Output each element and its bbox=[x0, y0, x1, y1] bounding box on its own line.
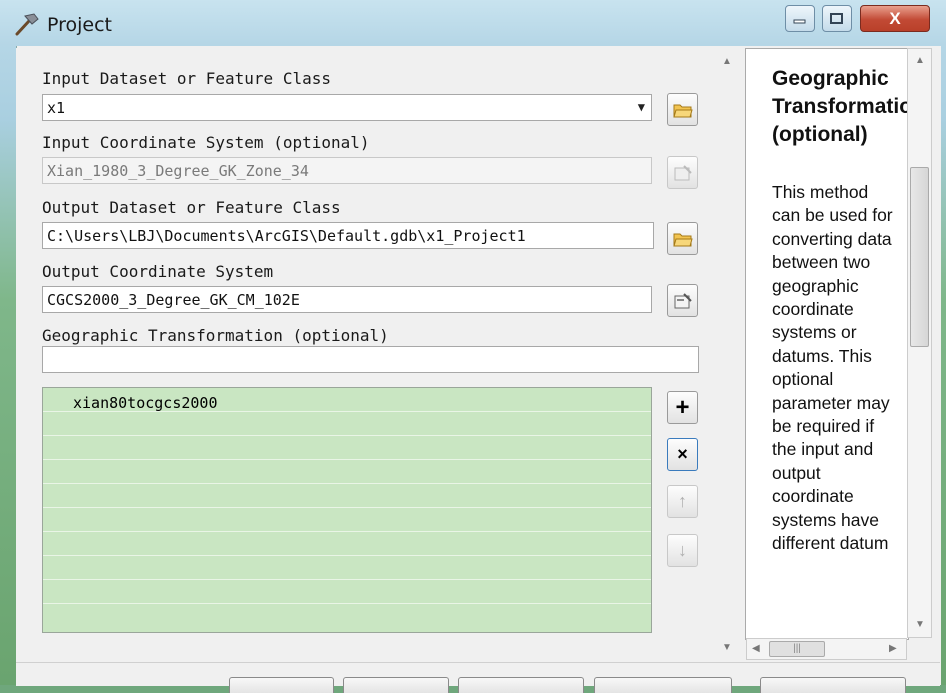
input-cs-label: Input Coordinate System (optional) bbox=[42, 133, 370, 152]
scroll-left-icon[interactable]: ◀ bbox=[752, 643, 760, 654]
folder-icon bbox=[672, 233, 693, 246]
ok-button[interactable] bbox=[229, 677, 334, 693]
title-bar[interactable]: Project X bbox=[0, 0, 946, 46]
close-icon: X bbox=[889, 8, 901, 28]
output-dataset-value: C:\Users\LBJ\Documents\ArcGIS\Default.gd… bbox=[47, 227, 526, 245]
tool-help-button[interactable] bbox=[760, 677, 906, 693]
scroll-down-icon[interactable]: ▼ bbox=[722, 642, 732, 653]
plus-icon: + bbox=[675, 393, 690, 421]
scroll-up-icon[interactable]: ▲ bbox=[915, 55, 925, 66]
properties-icon bbox=[674, 292, 692, 308]
geo-transform-list[interactable]: xian80tocgcs2000 bbox=[42, 387, 652, 633]
move-down-button: ↓ bbox=[667, 534, 698, 567]
form-scrollbar[interactable]: ▲ ▼ bbox=[718, 50, 738, 662]
arrow-down-icon: ↓ bbox=[678, 540, 687, 560]
geo-transform-label: Geographic Transformation (optional) bbox=[42, 326, 389, 345]
input-cs-properties-button bbox=[667, 156, 698, 189]
input-dataset-label: Input Dataset or Feature Class bbox=[42, 69, 331, 88]
output-cs-field[interactable]: CGCS2000_3_Degree_GK_CM_102E bbox=[42, 286, 652, 313]
project-dialog: Project X Input Dataset or Feature Class… bbox=[0, 0, 946, 693]
remove-button[interactable]: × bbox=[667, 438, 698, 471]
input-dataset-value: x1 bbox=[47, 99, 66, 117]
minimize-icon bbox=[793, 19, 806, 23]
output-cs-value: CGCS2000_3_Degree_GK_CM_102E bbox=[47, 291, 300, 309]
browse-output-button[interactable] bbox=[667, 222, 698, 255]
output-dataset-label: Output Dataset or Feature Class bbox=[42, 198, 341, 217]
output-dataset-input[interactable]: C:\Users\LBJ\Documents\ArcGIS\Default.gd… bbox=[42, 222, 654, 249]
hide-help-button[interactable] bbox=[594, 677, 732, 693]
scroll-down-icon[interactable]: ▼ bbox=[915, 619, 925, 630]
list-item[interactable]: xian80tocgcs2000 bbox=[73, 394, 218, 412]
input-cs-value: Xian_1980_3_Degree_GK_Zone_34 bbox=[47, 162, 309, 180]
move-up-button: ↑ bbox=[667, 485, 698, 518]
folder-icon bbox=[672, 104, 693, 117]
scroll-right-icon[interactable]: ▶ bbox=[889, 643, 897, 654]
output-cs-properties-button[interactable] bbox=[667, 284, 698, 317]
output-cs-label: Output Coordinate System bbox=[42, 262, 274, 281]
environments-button[interactable] bbox=[458, 677, 584, 693]
browse-input-button[interactable] bbox=[667, 93, 698, 126]
cancel-button[interactable] bbox=[343, 677, 449, 693]
arrow-up-icon: ↑ bbox=[678, 491, 687, 511]
help-scroll-thumb[interactable] bbox=[910, 167, 929, 347]
maximize-button[interactable] bbox=[822, 5, 852, 32]
chevron-down-icon[interactable]: ▼ bbox=[638, 100, 645, 114]
help-panel: Geographic Transformation (optional) Thi… bbox=[745, 48, 909, 640]
help-title: Geographic Transformation (optional) bbox=[772, 67, 908, 146]
geo-transform-input[interactable] bbox=[42, 346, 699, 373]
hammer-icon bbox=[15, 13, 39, 36]
close-icon: × bbox=[677, 444, 688, 464]
maximize-icon bbox=[830, 12, 843, 24]
help-hscroll-thumb[interactable]: ||| bbox=[769, 641, 825, 657]
input-cs-field: Xian_1980_3_Degree_GK_Zone_34 bbox=[42, 157, 652, 184]
close-button[interactable]: X bbox=[860, 5, 930, 32]
help-body: This method can be used for converting d… bbox=[772, 182, 893, 554]
properties-icon bbox=[674, 164, 692, 180]
input-dataset-dropdown[interactable]: x1 ▼ bbox=[42, 94, 652, 121]
minimize-button[interactable] bbox=[785, 5, 815, 32]
window-title: Project bbox=[47, 14, 113, 36]
help-horizontal-scrollbar[interactable]: ◀ ||| ▶ bbox=[746, 638, 907, 660]
help-vertical-scrollbar[interactable]: ▲ ▼ bbox=[907, 48, 932, 638]
add-button[interactable]: + bbox=[667, 391, 698, 424]
scroll-up-icon[interactable]: ▲ bbox=[722, 56, 732, 67]
